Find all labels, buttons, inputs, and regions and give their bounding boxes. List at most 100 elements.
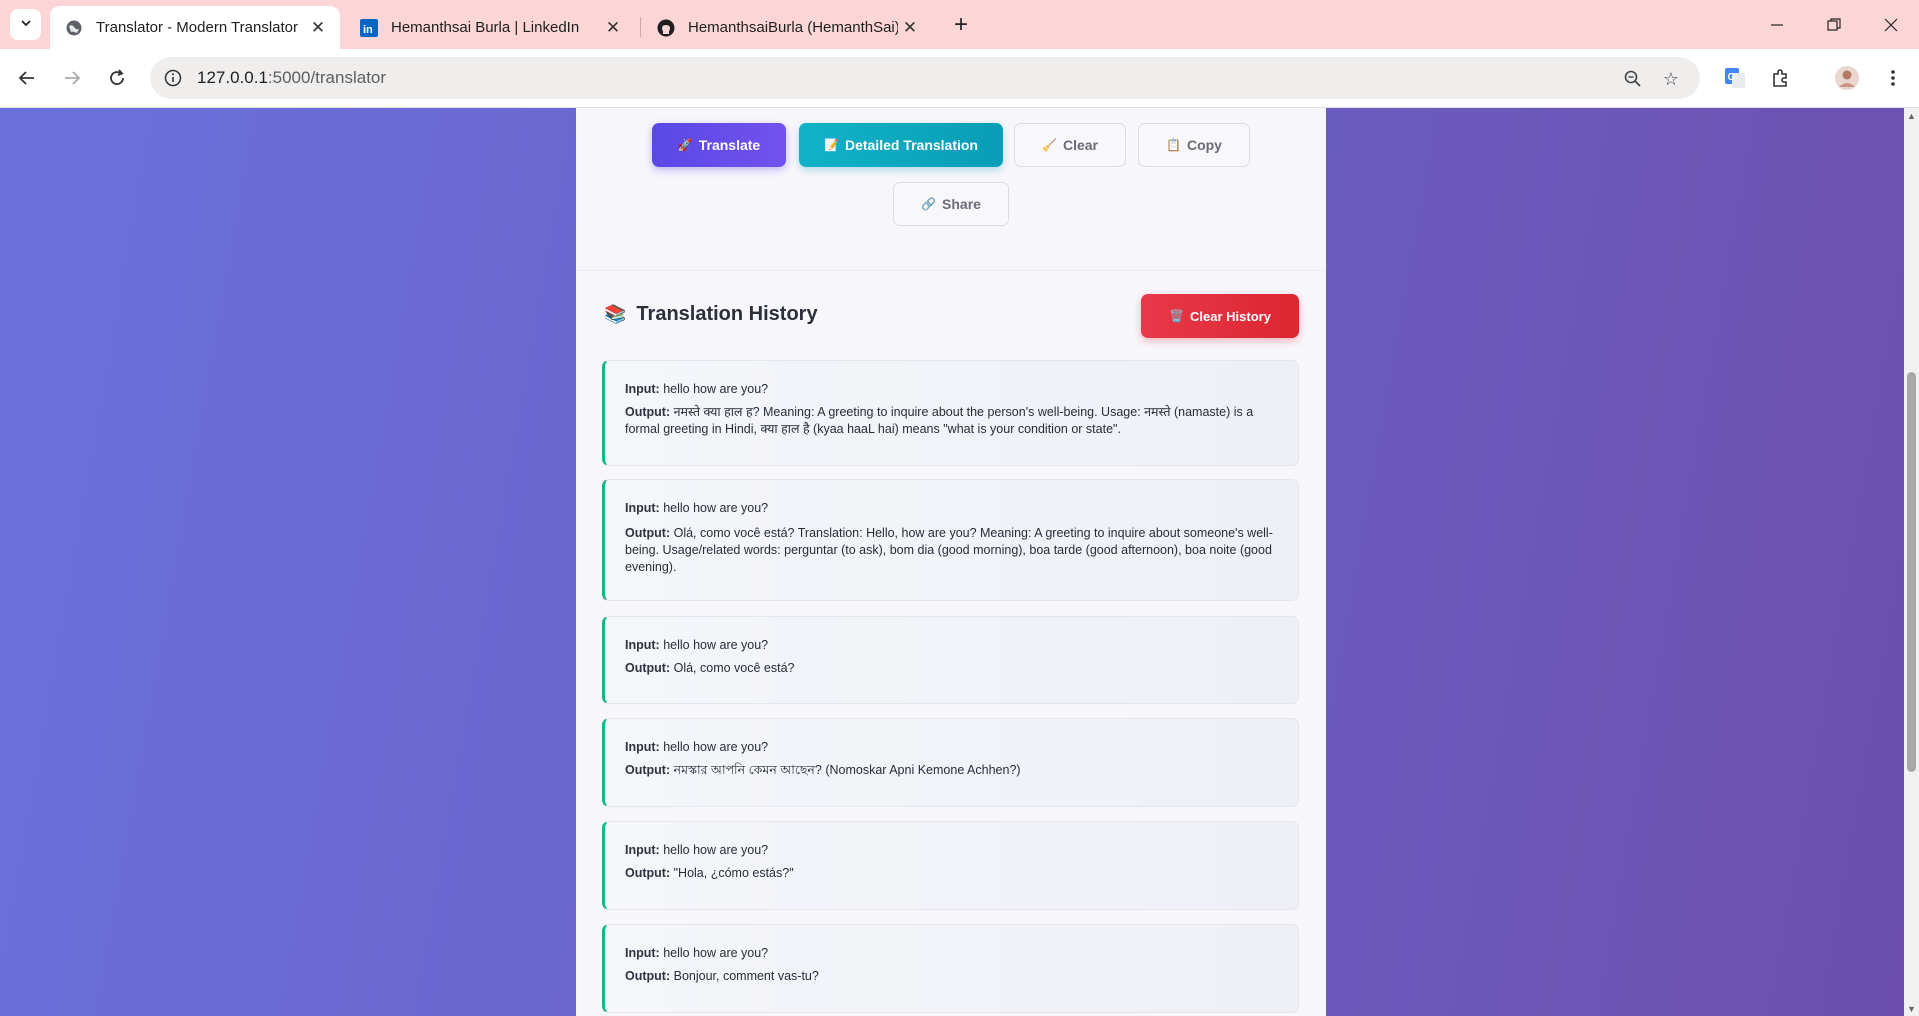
history-input: hello how are you? xyxy=(663,946,769,960)
scroll-up-arrow-icon[interactable]: ▲ xyxy=(1906,110,1917,121)
tab-linkedin[interactable]: in Hemanthsai Burla | LinkedIn ✕ xyxy=(345,6,635,49)
browser-toolbar: 127.0.0.1:5000/translator ☆ G xyxy=(0,49,1919,108)
history-input-row: Input: hello how are you? xyxy=(625,500,1278,517)
extensions-puzzle-icon[interactable] xyxy=(1766,63,1796,93)
copy-button[interactable]: 📋 Copy xyxy=(1138,123,1250,167)
tab-title: Translator - Modern Translator xyxy=(96,19,299,36)
tab-title: HemanthsaiBurla (HemanthSai) xyxy=(688,19,898,36)
clear-label: Clear xyxy=(1062,137,1098,153)
history-input: hello how are you? xyxy=(663,843,769,857)
svg-text:G: G xyxy=(1728,72,1736,83)
tab-translator[interactable]: Translator - Modern Translator ✕ xyxy=(50,6,340,49)
history-output-row: Output: "Hola, ¿cómo estás?" xyxy=(625,865,1278,882)
tab-github[interactable]: HemanthsaiBurla (HemanthSai) ✕ xyxy=(642,6,932,49)
page-viewport: 🚀 Translate 📝 Detailed Translation 🧹 Cle… xyxy=(0,108,1904,1016)
history-item[interactable]: Input: hello how are you? Output: नमस्ते… xyxy=(602,360,1299,466)
back-arrow-icon[interactable] xyxy=(12,63,42,93)
profile-avatar[interactable] xyxy=(1832,63,1862,93)
bookmark-star-icon[interactable]: ☆ xyxy=(1660,68,1682,90)
action-buttons: 🚀 Translate 📝 Detailed Translation 🧹 Cle… xyxy=(576,108,1326,308)
browser-tab-strip: Translator - Modern Translator ✕ in Hema… xyxy=(0,0,1919,49)
link-icon: 🔗 xyxy=(921,197,937,211)
history-output-row: Output: नमस्ते क्या हाल ह? Meaning: A gr… xyxy=(625,404,1278,438)
share-button[interactable]: 🔗 Share xyxy=(893,182,1009,226)
history-input-row: Input: hello how are you? xyxy=(625,945,1278,962)
close-tab-icon[interactable]: ✕ xyxy=(898,16,922,40)
history-input: hello how are you? xyxy=(663,638,769,652)
books-icon: 📚 xyxy=(604,304,627,324)
history-item[interactable]: Input: hello how are you? Output: Olá, c… xyxy=(602,479,1299,601)
history-output-row: Output: নমস্কার আপনি কেমন আছেন? (Nomoska… xyxy=(625,762,1278,779)
forward-arrow-icon[interactable] xyxy=(57,63,87,93)
history-title: Translation History xyxy=(636,303,818,325)
input-label: Input: xyxy=(625,740,660,754)
history-input: hello how are you? xyxy=(663,382,769,396)
rocket-icon: 🚀 xyxy=(677,138,693,152)
close-tab-icon[interactable]: ✕ xyxy=(306,16,330,40)
kebab-menu-icon[interactable] xyxy=(1878,63,1908,93)
tab-separator xyxy=(640,17,641,37)
history-item[interactable]: Input: hello how are you? Output: "Hola,… xyxy=(602,821,1299,910)
output-label: Output: xyxy=(625,969,671,983)
history-output: Olá, como você está? xyxy=(673,661,795,675)
globe-icon xyxy=(64,18,84,38)
history-item[interactable]: Input: hello how are you? Output: Olá, c… xyxy=(602,616,1299,704)
reload-icon[interactable] xyxy=(102,63,132,93)
output-label: Output: xyxy=(625,866,671,880)
input-label: Input: xyxy=(625,843,660,857)
input-label: Input: xyxy=(625,501,660,515)
history-input-row: Input: hello how are you? xyxy=(625,381,1278,398)
scrollbar-thumb[interactable] xyxy=(1907,372,1916,772)
restore-icon[interactable] xyxy=(1819,10,1849,40)
tab-search-button[interactable] xyxy=(10,9,41,40)
translator-card: 🚀 Translate 📝 Detailed Translation 🧹 Cle… xyxy=(576,108,1326,1016)
input-label: Input: xyxy=(625,638,660,652)
share-label: Share xyxy=(942,196,981,212)
scroll-down-arrow-icon[interactable]: ▼ xyxy=(1906,1003,1917,1014)
site-info-icon[interactable] xyxy=(162,67,184,89)
url-host: 127.0.0.1 xyxy=(197,68,268,87)
output-label: Output: xyxy=(625,661,671,675)
trash-icon: 🗑️ xyxy=(1169,309,1185,323)
output-label: Output: xyxy=(625,763,671,777)
url-text: 127.0.0.1:5000/translator xyxy=(197,68,386,88)
clear-history-button[interactable]: 🗑️ Clear History xyxy=(1141,294,1299,338)
close-tab-icon[interactable]: ✕ xyxy=(601,16,625,40)
linkedin-icon: in xyxy=(359,18,379,38)
zoom-icon[interactable] xyxy=(1622,68,1644,90)
new-tab-icon[interactable]: + xyxy=(948,11,974,38)
output-label: Output: xyxy=(625,526,671,540)
github-icon xyxy=(656,18,676,38)
history-input: hello how are you? xyxy=(663,740,769,754)
chevron-down-icon xyxy=(19,16,33,33)
clear-button[interactable]: 🧹 Clear xyxy=(1014,123,1126,167)
history-output-row: Output: Bonjour, comment vas-tu? xyxy=(625,968,1278,985)
section-divider xyxy=(576,270,1326,271)
history-item[interactable]: Input: hello how are you? Output: Bonjou… xyxy=(602,924,1299,1013)
history-output: Olá, como você está? Translation: Hello,… xyxy=(625,526,1273,574)
history-output-row: Output: Olá, como você está? xyxy=(625,660,1278,677)
history-output-row: Output: Olá, como você está? Translation… xyxy=(625,525,1278,576)
broom-icon: 🧹 xyxy=(1042,138,1057,152)
tab-title: Hemanthsai Burla | LinkedIn xyxy=(391,19,580,36)
history-heading: 📚 Translation History xyxy=(604,303,818,326)
history-input-row: Input: hello how are you? xyxy=(625,637,1278,654)
history-output: नमस्ते क्या हाल ह? Meaning: A greeting t… xyxy=(625,405,1254,436)
history-output: নমস্কার আপনি কেমন আছেন? (Nomoskar Apni K… xyxy=(673,763,1021,777)
history-output: Bonjour, comment vas-tu? xyxy=(673,969,819,983)
translate-button[interactable]: 🚀 Translate xyxy=(652,123,786,167)
google-translate-extension-icon[interactable]: G xyxy=(1720,63,1750,93)
detailed-translation-button[interactable]: 📝 Detailed Translation xyxy=(799,123,1003,167)
page-scrollbar[interactable]: ▲ ▼ xyxy=(1904,108,1919,1016)
copy-label: Copy xyxy=(1186,137,1222,153)
clear-history-label: Clear History xyxy=(1190,308,1271,324)
address-bar[interactable]: 127.0.0.1:5000/translator ☆ xyxy=(150,57,1700,99)
svg-text:in: in xyxy=(363,24,373,36)
history-input: hello how are you? xyxy=(663,501,769,515)
close-window-icon[interactable] xyxy=(1876,10,1906,40)
translate-label: Translate xyxy=(698,137,761,153)
url-path: :5000/translator xyxy=(267,68,387,87)
input-label: Input: xyxy=(625,946,660,960)
minimize-icon[interactable] xyxy=(1762,10,1792,40)
history-item[interactable]: Input: hello how are you? Output: নমস্কা… xyxy=(602,718,1299,807)
